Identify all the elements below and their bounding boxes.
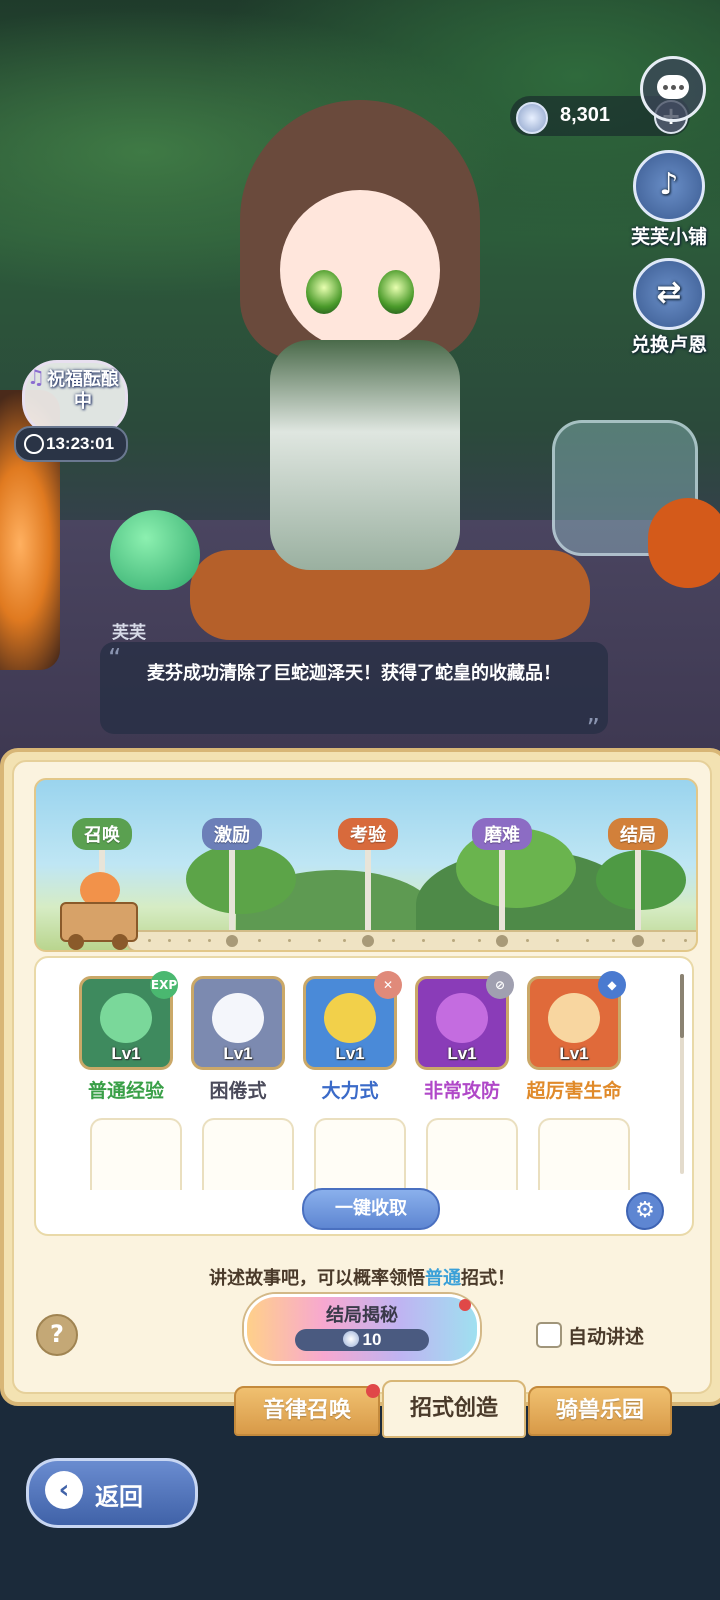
dialog-box[interactable]: “ 麦芬成功清除了巨蛇迦泽天！获得了蛇皇的收藏品！ ”: [100, 642, 608, 744]
stage-inspire: 激励: [186, 818, 278, 938]
empty-skill-slot: [538, 1118, 630, 1190]
skill-icon: Lv1 ◆: [527, 971, 626, 1070]
skill-name: 非常攻防: [423, 1080, 500, 1102]
dialog-speaker: 芙芙: [112, 623, 146, 643]
stage-inspire-label: 激励: [202, 818, 262, 850]
empty-skill-slot: [426, 1118, 518, 1190]
back-label: 返回: [95, 1483, 143, 1511]
blessing-label: 祝福酝酿中: [47, 369, 119, 412]
stage-ordeal: 磨难: [456, 818, 548, 938]
link-badge-icon: ⊘: [486, 971, 514, 999]
currency-amount: 8,301: [560, 104, 611, 126]
reveal-cost: 10: [295, 1329, 429, 1351]
exp-badge-icon: EXP: [150, 971, 178, 999]
tab-skill-creation[interactable]: 招式创造: [382, 1380, 526, 1438]
timer-text: 13:23:01: [46, 434, 115, 453]
green-slime-pet[interactable]: [110, 510, 200, 590]
skill-icon: Lv1 ✕: [303, 971, 402, 1070]
character-fufu[interactable]: [200, 70, 520, 650]
notification-dot: [366, 1384, 380, 1398]
back-arrow-icon: ‹: [45, 1471, 83, 1509]
open-quote-icon: “: [108, 644, 122, 674]
story-progress-road: 召唤 激励 考验 磨难 结局: [34, 778, 698, 952]
stage-ending-label: 结局: [608, 818, 668, 850]
rune-exchange-button[interactable]: ⇄ 兑换卢恩: [630, 258, 708, 357]
clock-icon: [24, 434, 44, 454]
fox-cart-marker: [54, 864, 144, 950]
lyre-icon: ♪: [633, 150, 705, 222]
blessing-brewing-button[interactable]: ♫ 祝福酝酿中: [22, 360, 128, 436]
chat-button[interactable]: [640, 56, 706, 122]
skill-name: 大力式: [321, 1080, 379, 1102]
stage-trial: 考验: [322, 818, 414, 938]
skill-creation-panel: 召唤 激励 考验 磨难 结局 Lv1 EXP 普通经验 Lv1 困倦式 Lv1 …: [0, 748, 720, 1406]
chat-bubble-icon: [657, 75, 689, 99]
skill-icon: Lv1 EXP: [79, 971, 178, 1070]
skill-name: 超厉害生命: [526, 1080, 622, 1102]
fufu-shop-label: 芙芙小铺: [630, 226, 707, 248]
progress-track: [126, 930, 696, 950]
collect-all-button[interactable]: 一键收取: [302, 1188, 440, 1230]
fufu-shop-button[interactable]: ♪ 芙芙小铺: [630, 150, 708, 249]
help-button[interactable]: ?: [36, 1314, 78, 1356]
empty-skill-slot: [90, 1118, 182, 1190]
rune-exchange-label: 兑换卢恩: [630, 334, 707, 356]
exchange-icon: ⇄: [633, 258, 705, 330]
blessing-timer: 13:23:01: [14, 426, 128, 462]
skill-scrollbar[interactable]: [680, 974, 684, 1174]
gear-icon[interactable]: ⚙: [626, 1192, 664, 1230]
stage-summon-label: 召唤: [72, 818, 132, 850]
silver-coin-icon: [342, 1331, 359, 1347]
ending-reveal-label: 结局揭秘: [326, 1305, 398, 1326]
skill-icon: Lv1 ⊘: [415, 971, 514, 1070]
dialog-text: 麦芬成功清除了巨蛇迦泽天！获得了蛇皇的收藏品！: [147, 663, 561, 684]
notification-dot: [459, 1299, 471, 1311]
skill-card[interactable]: Lv1 ⊘ 非常攻防: [412, 971, 514, 1103]
checkbox[interactable]: [536, 1322, 562, 1348]
shield-badge-icon: ◆: [598, 971, 626, 999]
stage-trial-label: 考验: [338, 818, 398, 850]
empty-skill-slot: [202, 1118, 294, 1190]
auto-narrate-toggle[interactable]: 自动讲述: [536, 1322, 644, 1349]
empty-skill-slot: [314, 1118, 406, 1190]
pumpkin: [648, 498, 720, 588]
tab-rhythm-summon[interactable]: 音律召唤: [234, 1384, 380, 1436]
skill-icon: Lv1: [191, 976, 285, 1070]
skill-card[interactable]: Lv1 ◆ 超厉害生命: [524, 971, 626, 1103]
close-quote-icon: ”: [586, 714, 600, 744]
stage-ordeal-label: 磨难: [472, 818, 532, 850]
stage-ending: 结局: [592, 818, 684, 938]
story-hint: 讲述故事吧，可以概率领悟普通招式！: [209, 1268, 515, 1289]
tab-mount-park[interactable]: 骑兽乐园: [528, 1386, 672, 1436]
skill-name: 困倦式: [209, 1080, 267, 1102]
silver-coin-icon: [516, 102, 548, 134]
ending-reveal-button[interactable]: 结局揭秘 10: [244, 1294, 480, 1364]
auto-narrate-label: 自动讲述: [568, 1326, 645, 1348]
skill-card[interactable]: Lv1 EXP 普通经验: [76, 971, 178, 1103]
skill-card[interactable]: Lv1 ✕ 大力式: [300, 971, 402, 1103]
back-button[interactable]: ‹ 返回: [26, 1458, 198, 1528]
skill-card[interactable]: Lv1 困倦式: [188, 976, 288, 1103]
skill-grid: Lv1 EXP 普通经验 Lv1 困倦式 Lv1 ✕ 大力式 Lv1 ⊘ 非常攻…: [34, 956, 694, 1236]
skill-name: 普通经验: [87, 1080, 164, 1102]
cross-badge-icon: ✕: [374, 971, 402, 999]
